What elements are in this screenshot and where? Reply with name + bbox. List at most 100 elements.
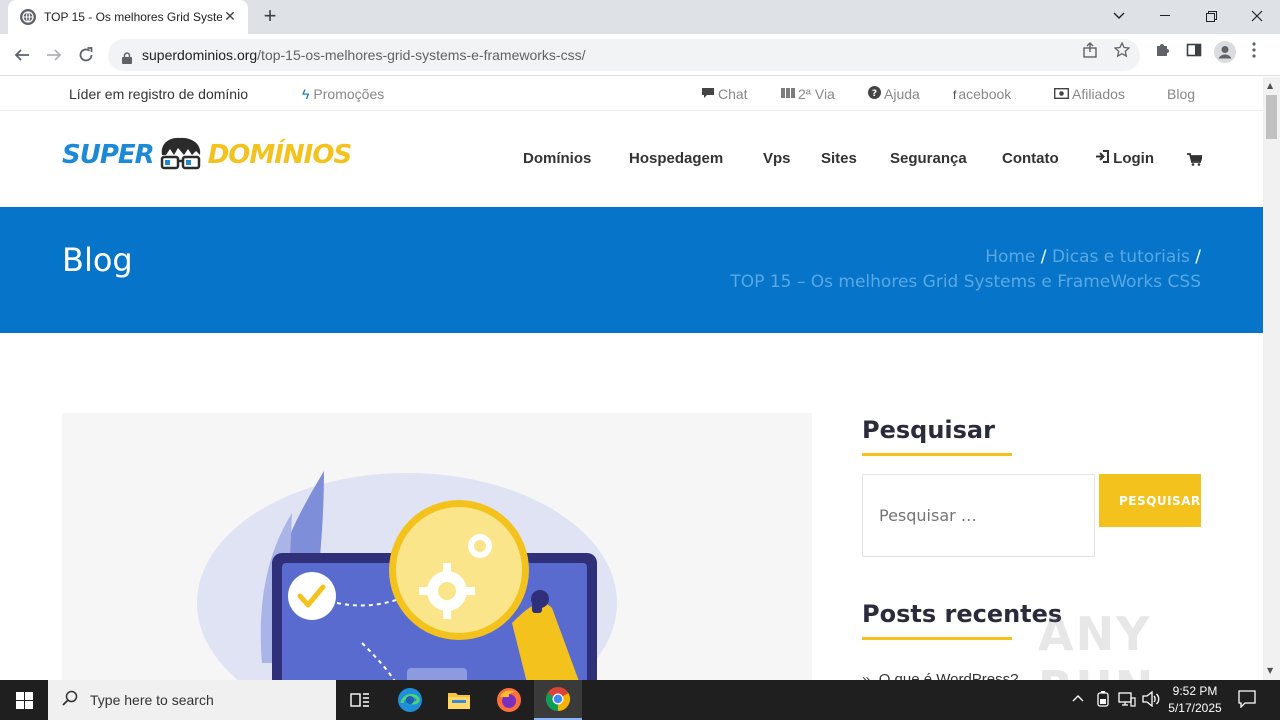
mascot-glasses-icon — [156, 135, 206, 175]
address-bar[interactable]: superdominios.org/top-15-os-melhores-gri… — [108, 39, 1140, 71]
anyrun-watermark: ANY RUN — [1038, 607, 1153, 680]
logo-word-super: SUPER — [62, 140, 155, 170]
recent-posts-title: Posts recentes — [862, 600, 1063, 628]
nav-dominios[interactable]: Domínios — [523, 150, 591, 167]
breadcrumb-category[interactable]: Dicas e tutoriais — [1052, 247, 1190, 267]
search-button[interactable]: PESQUISAR — [1099, 474, 1201, 527]
promotions-label: Promoções — [313, 86, 385, 102]
facebook-label: acebook — [958, 86, 1012, 102]
page-banner: Blog Home / Dicas e tutoriais / TOP 15 –… — [0, 207, 1263, 333]
promotions-link[interactable]: ϟ Promoções — [302, 86, 384, 102]
logo-word-dominios: DOMÍNIOS — [207, 140, 352, 170]
tab-title: TOP 15 - Os melhores Grid Systems e Fram… — [44, 10, 222, 24]
page-title: Blog — [62, 241, 133, 279]
bookmark-star-icon[interactable] — [1113, 41, 1131, 62]
url-domain: superdominios.org — [142, 47, 258, 63]
system-clock[interactable]: 9:52 PM 5/17/2025 — [1164, 683, 1226, 717]
more-menu-icon[interactable] — [1252, 42, 1256, 62]
help-link[interactable]: ? Ajuda — [868, 86, 920, 102]
restore-button[interactable] — [1188, 0, 1234, 32]
chat-link[interactable]: Chat — [701, 86, 748, 102]
bolt-icon: ϟ — [302, 86, 310, 102]
notifications-icon[interactable] — [1238, 690, 1256, 712]
site-logo[interactable]: SUPER DOMÍNIOS — [62, 134, 352, 176]
clock-time: 9:52 PM — [1172, 684, 1218, 698]
affiliates-label: Afiliados — [1072, 86, 1125, 102]
network-icon[interactable] — [1118, 691, 1136, 711]
nav-seguranca[interactable]: Segurança — [890, 150, 967, 167]
tab-search-chevron-icon[interactable] — [1096, 0, 1142, 32]
clock-date: 5/17/2025 — [1168, 701, 1222, 715]
scrollbar-thumb[interactable] — [1266, 95, 1277, 139]
breadcrumb-current: TOP 15 – Os melhores Grid Systems e Fram… — [730, 272, 1201, 292]
firefox-icon[interactable] — [485, 680, 533, 720]
share-icon[interactable] — [1082, 42, 1098, 62]
close-tab-icon[interactable]: ✕ — [222, 9, 238, 25]
globe-icon — [20, 9, 36, 25]
chrome-icon[interactable] — [534, 680, 582, 720]
help-label: Ajuda — [884, 86, 920, 102]
search-widget-title: Pesquisar — [862, 416, 995, 444]
windows-start-icon[interactable] — [0, 680, 48, 720]
second-copy-link[interactable]: 2ª Via — [781, 86, 835, 102]
tagline: Líder em registro de domínio — [69, 86, 248, 102]
money-icon — [1053, 87, 1070, 102]
login-label: Login — [1113, 150, 1154, 167]
nav-hospedagem[interactable]: Hospedagem — [629, 150, 723, 167]
breadcrumb-separator: / — [1195, 247, 1201, 267]
taskbar-search-placeholder: Type here to search — [90, 692, 214, 708]
close-window-button[interactable] — [1234, 0, 1280, 32]
extensions-puzzle-icon[interactable] — [1154, 42, 1170, 62]
side-panel-icon[interactable] — [1186, 42, 1202, 62]
recent-post-link[interactable]: » O que é WordPress? — [862, 671, 1018, 680]
facebook-link[interactable]: f acebook — [953, 86, 1011, 102]
scroll-down-arrow-icon[interactable]: ▼ — [1267, 666, 1273, 675]
forward-arrow-icon[interactable] — [41, 42, 67, 68]
nav-login[interactable]: Login — [1095, 150, 1154, 167]
chat-bubble-icon — [701, 88, 715, 102]
back-arrow-icon[interactable] — [9, 42, 35, 68]
profile-avatar-icon[interactable] — [1214, 41, 1236, 67]
chat-label: Chat — [718, 86, 748, 102]
battery-icon[interactable] — [1096, 691, 1110, 711]
new-tab-button[interactable]: + — [258, 5, 282, 29]
second-copy-label: 2ª Via — [798, 86, 835, 102]
magnifier-icon — [62, 690, 78, 710]
page-scrollbar[interactable]: ▲ ▼ — [1263, 77, 1280, 680]
task-view-icon[interactable] — [336, 680, 384, 720]
browser-tab[interactable]: TOP 15 - Os melhores Grid Systems e Fram… — [8, 0, 248, 34]
url-path: /top-15-os-melhores-grid-systems-e-frame… — [257, 47, 586, 63]
breadcrumb: Home / Dicas e tutoriais / TOP 15 – Os m… — [730, 245, 1201, 295]
web-page: Líder em registro de domínio ϟ Promoções … — [0, 77, 1263, 680]
url-text: superdominios.org/top-15-os-melhores-gri… — [142, 47, 585, 63]
breadcrumb-separator: / — [1040, 247, 1047, 267]
show-hidden-icons-chevron-icon[interactable] — [1072, 691, 1084, 706]
edge-browser-icon[interactable] — [386, 680, 434, 720]
title-underline — [862, 637, 1012, 640]
svg-text:?: ? — [872, 89, 877, 99]
nav-vps[interactable]: Vps — [763, 150, 791, 167]
question-circle-icon: ? — [868, 86, 881, 102]
nav-sites[interactable]: Sites — [821, 150, 857, 167]
volume-icon[interactable] — [1142, 690, 1160, 711]
search-input[interactable] — [862, 474, 1095, 557]
recent-post-label: O que é WordPress? — [878, 671, 1019, 680]
cart-icon[interactable] — [1187, 153, 1204, 170]
site-header: SUPER DOMÍNIOS Domínios Hospedagem Vps S… — [0, 112, 1263, 207]
lock-icon — [122, 49, 132, 64]
taskbar-search[interactable]: Type here to search — [48, 680, 336, 720]
browser-tab-strip: TOP 15 - Os melhores Grid Systems e Fram… — [0, 0, 1280, 34]
double-chevron-icon: » — [862, 671, 879, 680]
barcode-icon — [781, 88, 795, 102]
scroll-up-arrow-icon[interactable]: ▲ — [1267, 81, 1273, 90]
nav-contato[interactable]: Contato — [1002, 150, 1059, 167]
laptop-gears-illustration — [197, 471, 617, 680]
windows-taskbar: Type here to search 9:52 PM 5/17/2025 — [0, 680, 1280, 720]
minimize-button[interactable] — [1142, 0, 1188, 32]
title-underline — [862, 453, 1012, 456]
reload-icon[interactable] — [73, 42, 99, 68]
file-explorer-icon[interactable] — [435, 680, 483, 720]
blog-link[interactable]: Blog — [1167, 86, 1195, 102]
affiliates-link[interactable]: Afiliados — [1053, 86, 1125, 102]
breadcrumb-home[interactable]: Home — [985, 247, 1035, 267]
